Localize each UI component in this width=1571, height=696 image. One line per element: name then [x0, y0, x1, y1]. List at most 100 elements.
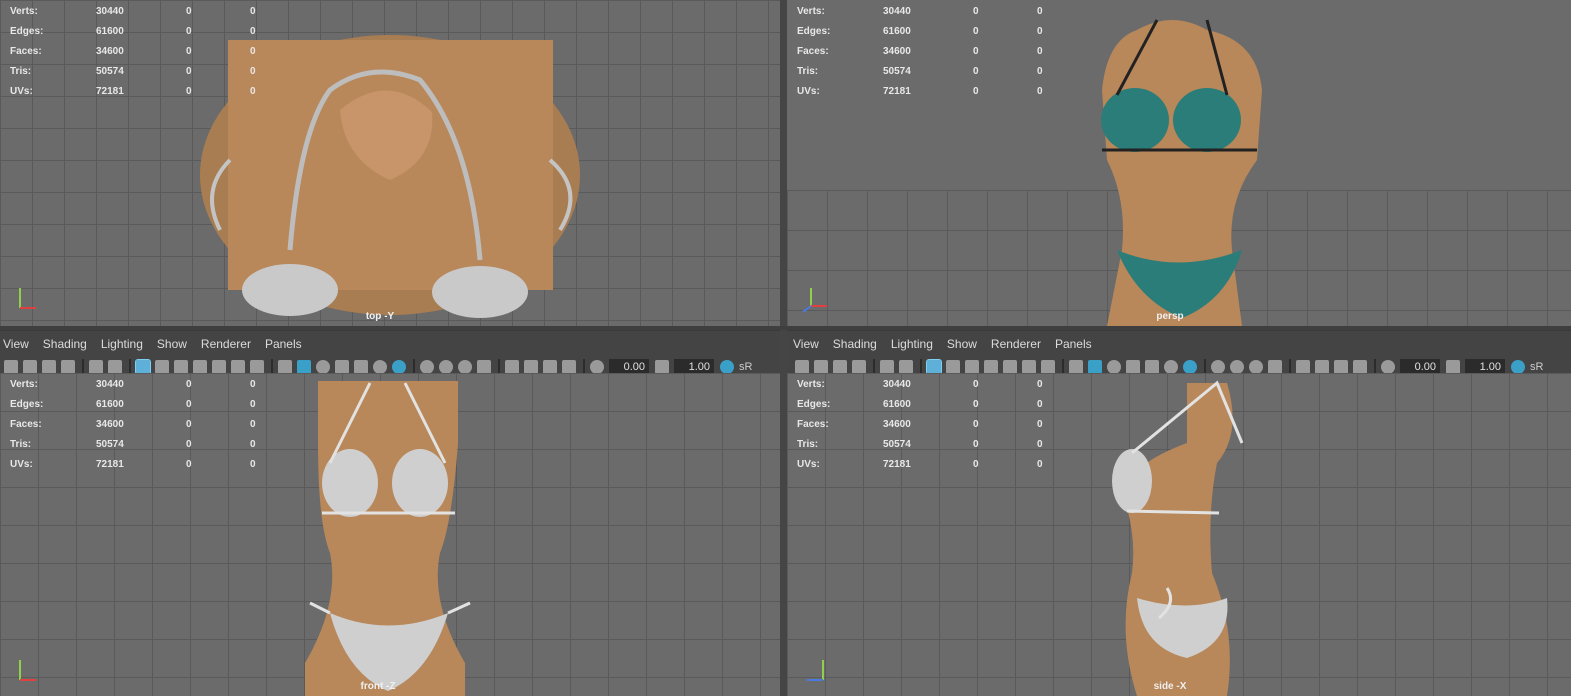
ambient-occlusion-icon[interactable] — [420, 360, 434, 374]
gate-mask-icon[interactable] — [193, 360, 207, 374]
depth-of-field-icon[interactable] — [477, 360, 491, 374]
axis-gizmo-icon — [802, 288, 827, 313]
2d-pan-zoom-icon[interactable] — [880, 360, 894, 374]
shadows-icon[interactable] — [392, 360, 406, 374]
gamma-icon[interactable] — [1446, 360, 1460, 374]
poly-count-hud: Verts: 30440 0 0 Edges: 61600 0 0 Faces: 34600 0… — [797, 2, 1043, 102]
menu-panels[interactable]: Panels — [1055, 337, 1092, 351]
field-chart-icon[interactable] — [1003, 360, 1017, 374]
safe-action-icon[interactable] — [231, 360, 245, 374]
xray-active-icon[interactable] — [543, 360, 557, 374]
color-space-label[interactable]: sR — [1530, 361, 1543, 373]
menu-shading[interactable]: Shading — [833, 337, 877, 351]
menu-panels[interactable]: Panels — [265, 337, 302, 351]
gamma-icon[interactable] — [655, 360, 669, 374]
select-camera-icon[interactable] — [795, 360, 809, 374]
menu-shading[interactable]: Shading — [43, 337, 87, 351]
hud-row-verts: Verts: 30440 0 0 — [797, 379, 1043, 390]
resolution-gate-icon[interactable] — [174, 360, 188, 374]
wireframe-icon[interactable] — [1069, 360, 1083, 374]
exposure-icon[interactable] — [590, 360, 604, 374]
xray-icon[interactable] — [524, 360, 538, 374]
viewport-top[interactable]: Verts: 30440 0 0 Edges: 61600 0 0 Faces: 34600 0… — [0, 0, 780, 326]
viewport-front[interactable]: Verts: 30440 0 0 Edges: 61600 0 0 Faces: 34600 0… — [0, 373, 780, 696]
grease-pencil-icon[interactable] — [108, 360, 122, 374]
field-chart-icon[interactable] — [212, 360, 226, 374]
exposure-icon[interactable] — [1381, 360, 1395, 374]
lights-icon[interactable] — [373, 360, 387, 374]
color-management-icon[interactable] — [1511, 360, 1525, 374]
isolate-select-icon[interactable] — [1296, 360, 1310, 374]
camera-label: top -Y — [365, 311, 395, 322]
xray-icon[interactable] — [1315, 360, 1329, 374]
poly-count-hud: Verts: 30440 0 0 Edges: 61600 0 0 Faces: 34600 0… — [10, 375, 256, 475]
use-default-material-icon[interactable] — [1107, 360, 1121, 374]
isolate-select-icon[interactable] — [505, 360, 519, 374]
anti-aliasing-icon[interactable] — [458, 360, 472, 374]
select-camera-icon[interactable] — [4, 360, 18, 374]
wireframe-on-shaded-icon[interactable] — [335, 360, 349, 374]
grid-icon[interactable] — [135, 359, 151, 375]
use-default-material-icon[interactable] — [316, 360, 330, 374]
film-gate-icon[interactable] — [946, 360, 960, 374]
viewport-side[interactable]: Verts: 30440 0 0 Edges: 61600 0 0 Faces: 34600 0… — [787, 373, 1571, 696]
menu-view[interactable]: View — [793, 337, 819, 351]
hud-row-edges: Edges: 61600 0 0 — [10, 399, 256, 410]
bookmark-icon[interactable] — [42, 360, 56, 374]
resolution-gate-icon[interactable] — [965, 360, 979, 374]
menu-lighting[interactable]: Lighting — [891, 337, 933, 351]
hud-row-faces: Faces: 34600 0 0 — [797, 46, 1043, 57]
bikini-top-shape — [1112, 449, 1152, 513]
cup-left-shape — [242, 264, 338, 316]
grid-icon[interactable] — [926, 359, 942, 375]
wireframe-icon[interactable] — [278, 360, 292, 374]
ambient-occlusion-icon[interactable] — [1211, 360, 1225, 374]
image-plane-icon[interactable] — [852, 360, 866, 374]
hud-row-tris: Tris: 50574 0 0 — [797, 66, 1043, 77]
anti-aliasing-icon[interactable] — [1249, 360, 1263, 374]
camera-attributes-icon[interactable] — [814, 360, 828, 374]
camera-label: persp — [1156, 311, 1184, 322]
safe-action-icon[interactable] — [1022, 360, 1036, 374]
menu-renderer[interactable]: Renderer — [201, 337, 251, 351]
lights-icon[interactable] — [1164, 360, 1178, 374]
safe-title-icon[interactable] — [250, 360, 264, 374]
xray-active-icon[interactable] — [1334, 360, 1348, 374]
motion-blur-icon[interactable] — [439, 360, 453, 374]
panel-divider-horizontal[interactable] — [0, 326, 1571, 330]
menu-show[interactable]: Show — [157, 337, 187, 351]
color-management-icon[interactable] — [720, 360, 734, 374]
viewport-persp[interactable]: Verts: 30440 0 0 Edges: 61600 0 0 Faces: 34600 0… — [787, 0, 1571, 326]
axis-gizmo-icon — [19, 288, 36, 309]
textured-icon[interactable] — [1145, 360, 1159, 374]
image-plane-icon[interactable] — [61, 360, 75, 374]
xray-joints-icon[interactable] — [562, 360, 576, 374]
menu-lighting[interactable]: Lighting — [101, 337, 143, 351]
wireframe-on-shaded-icon[interactable] — [1126, 360, 1140, 374]
grease-pencil-icon[interactable] — [899, 360, 913, 374]
smooth-shade-icon[interactable] — [1088, 360, 1102, 374]
hud-row-edges: Edges: 61600 0 0 — [10, 26, 256, 37]
gate-mask-icon[interactable] — [984, 360, 998, 374]
film-gate-icon[interactable] — [155, 360, 169, 374]
xray-joints-icon[interactable] — [1353, 360, 1367, 374]
hud-row-uvs: UVs: 72181 0 0 — [797, 86, 1043, 97]
color-space-label[interactable]: sR — [739, 361, 752, 373]
shadows-icon[interactable] — [1183, 360, 1197, 374]
bikini-top-right-shape — [392, 449, 448, 517]
camera-attributes-icon[interactable] — [23, 360, 37, 374]
menu-view[interactable]: View — [3, 337, 29, 351]
2d-pan-zoom-icon[interactable] — [89, 360, 103, 374]
motion-blur-icon[interactable] — [1230, 360, 1244, 374]
axis-gizmo-icon — [19, 660, 36, 681]
menu-show[interactable]: Show — [947, 337, 977, 351]
hud-row-tris: Tris: 50574 0 0 — [10, 439, 256, 450]
smooth-shade-icon[interactable] — [297, 360, 311, 374]
camera-label: front -Z — [360, 681, 396, 692]
textured-icon[interactable] — [354, 360, 368, 374]
bookmark-icon[interactable] — [833, 360, 847, 374]
menu-renderer[interactable]: Renderer — [991, 337, 1041, 351]
depth-of-field-icon[interactable] — [1268, 360, 1282, 374]
safe-title-icon[interactable] — [1041, 360, 1055, 374]
panel-divider-vertical[interactable] — [780, 0, 787, 696]
